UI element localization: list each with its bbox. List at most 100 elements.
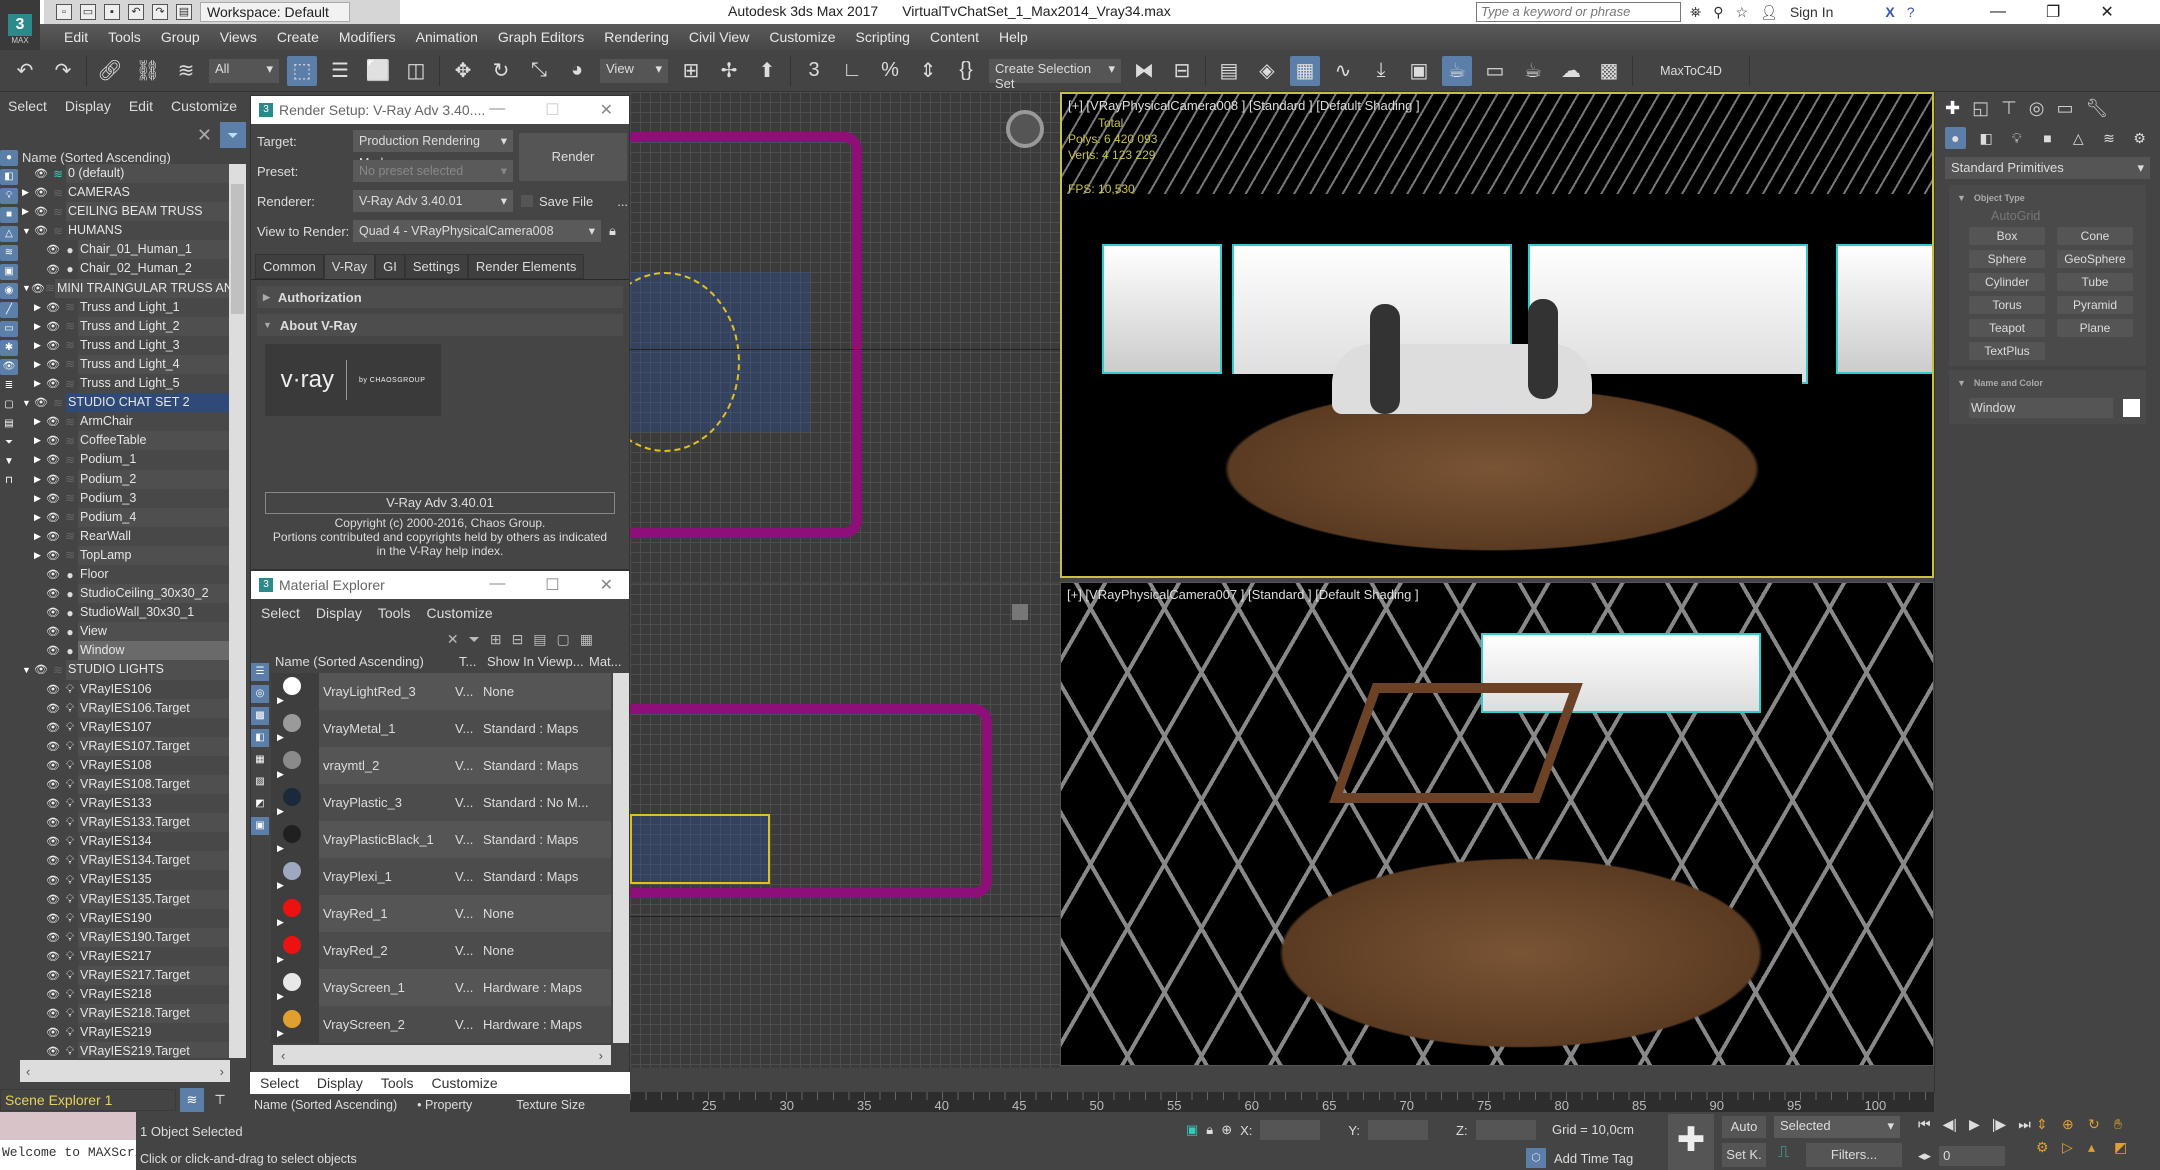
visibility-eye-icon[interactable]: 👁︎ <box>44 530 62 543</box>
scene-tree-row[interactable]: ▶ 👁︎ ≋ Podium_2 <box>22 469 229 489</box>
window-crossing-icon[interactable]: ◫ <box>401 56 431 86</box>
visibility-eye-icon[interactable]: 👁︎ <box>44 358 62 371</box>
scene-tree-hscrollbar[interactable]: ‹ › <box>20 1060 230 1082</box>
open-file-icon[interactable]: ▭ <box>80 4 96 20</box>
key-mode-icon[interactable]: ◂▸ <box>1918 1148 1931 1164</box>
select-by-name-icon[interactable]: ☰ <box>325 56 355 86</box>
render-setup-icon[interactable]: ☕︎ <box>1442 55 1472 86</box>
display-maps-icon[interactable]: ▩ <box>251 707 269 725</box>
redo-icon[interactable]: ↷ <box>152 4 168 20</box>
se-menu-display[interactable]: Display <box>65 98 111 114</box>
render-setup-titlebar[interactable]: 3 Render Setup: V-Ray Adv 3.40.... — ☐ ✕ <box>251 96 629 124</box>
visibility-eye-icon[interactable]: 👁︎ <box>44 625 62 638</box>
help-icon[interactable]: ? <box>1907 4 1915 20</box>
material-explorer-titlebar[interactable]: 3 Material Explorer — ☐ ✕ <box>251 571 629 599</box>
visibility-eye-icon[interactable]: 👁︎ <box>44 969 62 982</box>
y-coordinate-input[interactable] <box>1368 1120 1428 1140</box>
clear-search-icon[interactable]: ✕ <box>447 631 459 648</box>
primitive-cone-button[interactable]: Cone <box>2057 227 2133 245</box>
render-production-icon[interactable]: ☕︎ <box>1518 56 1548 86</box>
toggle-ribbon-icon[interactable]: ▦ <box>1290 55 1320 86</box>
angle-snap-icon[interactable]: ∟ <box>837 56 867 86</box>
key-filter-dropdown[interactable]: Selected ▾ <box>1774 1116 1900 1138</box>
visibility-eye-icon[interactable]: 👁︎ <box>44 1045 62 1058</box>
viewcube-icon[interactable] <box>1012 604 1028 620</box>
me-menu-display[interactable]: Display <box>316 605 362 621</box>
menu-graph-editors[interactable]: Graph Editors <box>498 29 584 45</box>
walk-through-icon[interactable]: ▴ <box>2088 1139 2110 1156</box>
expand-arrow-icon[interactable]: ▶ <box>34 359 44 370</box>
shapes-filter-icon[interactable]: ◧ <box>0 169 18 185</box>
expand-arrow-icon[interactable]: ▶ <box>22 187 32 198</box>
menu-animation[interactable]: Animation <box>416 29 478 45</box>
select-object-icon[interactable]: ⬚ <box>287 55 317 86</box>
favorites-star-icon[interactable]: ☆ <box>1735 4 1748 21</box>
me-menu-select[interactable]: Select <box>261 605 300 621</box>
geometry-type-dropdown[interactable]: Standard Primitives ▾ <box>1945 157 2150 179</box>
scene-tree-row[interactable]: ▶ 👁︎ ≋ Podium_3 <box>22 488 229 508</box>
display-materials-icon[interactable]: ◎ <box>251 685 269 703</box>
expand-all-icon[interactable]: ⊞ <box>490 631 502 648</box>
visibility-eye-icon[interactable]: 👁︎ <box>44 740 62 753</box>
frozen-filter-icon[interactable]: 👁︎ <box>0 359 18 375</box>
visibility-eye-icon[interactable]: 👁︎ <box>32 396 50 409</box>
column-name[interactable]: Name (Sorted Ascending) <box>254 1098 397 1112</box>
scene-tree-row[interactable]: 👁︎ ● StudioWall_30x30_1 <box>22 603 229 623</box>
expand-arrow-icon[interactable]: ▶ <box>277 806 284 817</box>
visibility-eye-icon[interactable]: 👁︎ <box>32 167 50 180</box>
maximize-icon[interactable]: ☐ <box>545 100 559 120</box>
primitive-textplus-button[interactable]: TextPlus <box>1969 342 2045 360</box>
material-row[interactable]: ▶ VrayMetal_1 V... Standard : Maps <box>271 710 611 747</box>
visibility-eye-icon[interactable]: 👁︎ <box>44 988 62 1001</box>
menu-help[interactable]: Help <box>999 29 1028 45</box>
visibility-eye-icon[interactable]: 👁︎ <box>44 511 62 524</box>
material-row[interactable]: ▶ VrayScreen_1 V... Hardware : Maps <box>271 969 611 1006</box>
link-icon[interactable]: 🔗︎ <box>95 56 125 86</box>
maxscript-output[interactable]: Welcome to MAXScript. <box>0 1140 136 1170</box>
scene-tree-vscrollbar[interactable] <box>229 164 246 1058</box>
sort-by-hierarchy-icon[interactable]: ⊤ <box>208 1088 232 1112</box>
scene-tree-row[interactable]: 👁︎ ● Chair_02_Human_2 <box>22 259 229 279</box>
scene-tree-row[interactable]: 👁︎ ● StudioCeiling_30x30_2 <box>22 584 229 604</box>
tab-render-elements[interactable]: Render Elements <box>467 254 585 279</box>
menu-group[interactable]: Group <box>161 29 200 45</box>
new-file-icon[interactable]: ▫ <box>56 4 72 20</box>
visibility-eye-icon[interactable]: 👁︎ <box>44 797 62 810</box>
visibility-eye-icon[interactable]: 👁︎ <box>44 549 62 562</box>
material-row[interactable]: ▶ VrayPlexi_1 V... Standard : Maps <box>271 858 611 895</box>
scroll-right-icon[interactable]: › <box>599 1048 603 1063</box>
scrollbar-thumb[interactable] <box>231 184 244 314</box>
display-by-material-icon[interactable]: ▣ <box>251 817 269 835</box>
visibility-eye-icon[interactable]: 👁︎ <box>44 931 62 944</box>
menu-create[interactable]: Create <box>277 29 319 45</box>
vray-frame-buffer-icon[interactable]: ▩ <box>1594 56 1624 86</box>
expand-arrow-icon[interactable]: ▶ <box>34 531 44 542</box>
menu-modifiers[interactable]: Modifiers <box>339 29 396 45</box>
scene-tree-row[interactable]: 👁︎ ● Floor <box>22 564 229 585</box>
align-icon[interactable]: ⊟ <box>1167 56 1197 86</box>
visibility-eye-icon[interactable]: 👁︎ <box>44 778 62 791</box>
se-menu-edit[interactable]: Edit <box>129 98 153 114</box>
menu-scripting[interactable]: Scripting <box>855 29 909 45</box>
material-row[interactable]: ▶ VrayRed_2 V... None <box>271 932 611 969</box>
collapse-all-icon[interactable]: ⊟ <box>512 631 524 648</box>
visibility-eye-icon[interactable]: 👁︎ <box>44 759 62 772</box>
next-frame-icon[interactable]: |▶ <box>1992 1116 2006 1133</box>
expand-arrow-icon[interactable]: ▶ <box>277 843 284 854</box>
unlink-icon[interactable]: ⛓ <box>133 56 163 86</box>
spacewarps-icon[interactable]: ≋ <box>2099 127 2120 149</box>
column-type[interactable]: T... <box>455 654 483 669</box>
scene-tree-row[interactable]: 👁︎ 💡︎ VRayIES190.Target <box>22 927 229 947</box>
primitive-torus-button[interactable]: Torus <box>1969 296 2045 314</box>
name-color-header[interactable]: ▼ Name and Color <box>1949 370 2146 394</box>
object-type-header[interactable]: ▼ Object Type <box>1949 185 2146 209</box>
primitive-cylinder-button[interactable]: Cylinder <box>1969 273 2045 291</box>
lock-icon[interactable]: 🔒︎ <box>609 223 616 239</box>
save-file-icon[interactable]: ▪ <box>104 4 120 20</box>
visibility-eye-icon[interactable]: 👁︎ <box>44 606 62 619</box>
material-list-hscrollbar[interactable]: ‹ › <box>273 1045 611 1065</box>
target-dropdown[interactable]: Production Rendering Mode ▾ <box>353 130 513 170</box>
tab-settings[interactable]: Settings <box>404 254 468 279</box>
me2-menu-display[interactable]: Display <box>317 1075 363 1091</box>
xrefs-filter-icon[interactable]: ◉ <box>0 283 18 299</box>
